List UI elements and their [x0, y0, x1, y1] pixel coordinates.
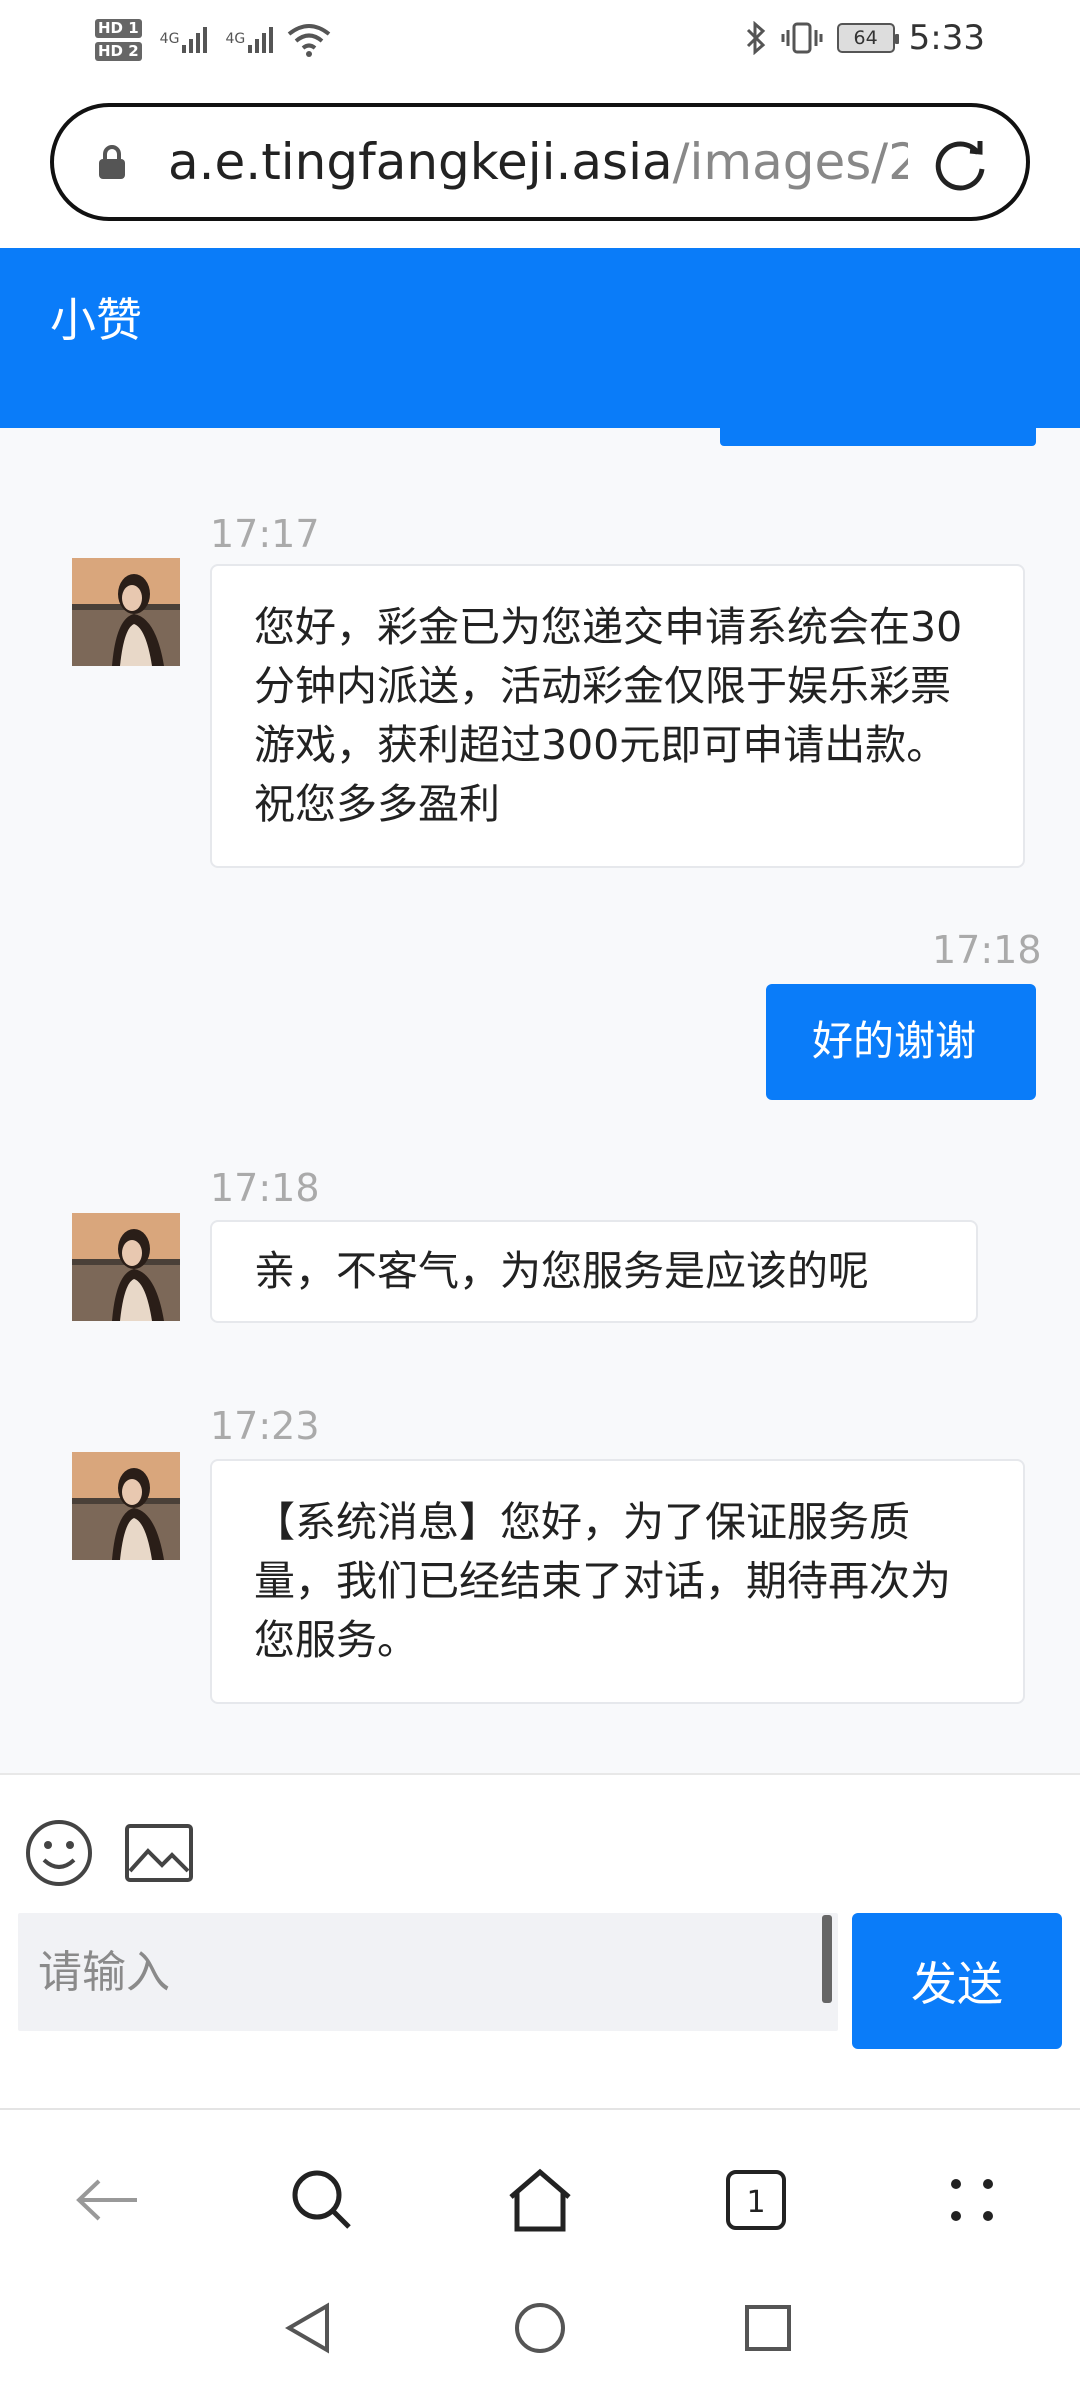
- square-recents-icon: [745, 2305, 791, 2351]
- composer: 发送: [0, 1773, 1080, 2108]
- clock: 5:33: [908, 18, 985, 58]
- circle-home-icon: [515, 2303, 565, 2353]
- previous-outgoing-bubble: [720, 428, 1036, 446]
- lock-icon: [99, 145, 125, 179]
- agent-avatar[interactable]: [72, 1213, 180, 1321]
- hd2-indicator: HD 2: [95, 42, 142, 61]
- search-button[interactable]: [282, 2160, 362, 2240]
- menu-button[interactable]: [932, 2160, 1012, 2240]
- url-host: a.e.tingfangkeji.asia: [168, 133, 673, 191]
- system-message: 【系统消息】您好，为了保证服务质量，我们已经结束了对话，期待再次为您服务。: [210, 1459, 1025, 1704]
- emoji-icon[interactable]: [24, 1818, 94, 1888]
- home-icon: [509, 2168, 571, 2232]
- tabs-count: 1: [746, 2185, 765, 2220]
- input-scrollbar[interactable]: [822, 1915, 832, 2003]
- agent-avatar[interactable]: [72, 1452, 180, 1560]
- status-left: HD 1 HD 2 4G 4G: [95, 10, 331, 70]
- agent-avatar[interactable]: [72, 558, 180, 666]
- hd1-indicator: HD 1: [95, 19, 142, 38]
- more-dots-icon: [951, 2179, 993, 2221]
- message-list[interactable]: 17:17 您好，彩金已为您递交申请系统会在30分钟内派送，活动彩金仅限于娱乐彩…: [0, 428, 1080, 1773]
- back-button[interactable]: [68, 2160, 148, 2240]
- tabs-icon: 1: [726, 2170, 786, 2230]
- reload-icon[interactable]: [930, 135, 990, 195]
- url-text[interactable]: a.e.tingfangkeji.asia/images/2: [168, 133, 908, 191]
- vibrate-icon: [781, 22, 823, 54]
- url-path: /images/2: [672, 133, 908, 191]
- home-button[interactable]: [500, 2160, 580, 2240]
- send-button[interactable]: 发送: [852, 1913, 1062, 2049]
- incoming-message: 您好，彩金已为您递交申请系统会在30分钟内派送，活动彩金仅限于娱乐彩票游戏，获利…: [210, 564, 1025, 868]
- message-time: 17:17: [210, 512, 320, 556]
- incoming-message: 亲，不客气，为您服务是应该的呢: [210, 1220, 978, 1323]
- system-home-button[interactable]: [500, 2288, 580, 2368]
- system-navigation: [0, 2278, 1080, 2400]
- battery-icon: 64: [836, 23, 899, 53]
- tabs-button[interactable]: 1: [716, 2160, 796, 2240]
- signal-2-icon: 4G: [225, 27, 274, 53]
- triangle-back-icon: [285, 2302, 329, 2354]
- chat-header: 小赞: [0, 248, 1080, 428]
- chat-title: 小赞: [50, 293, 142, 347]
- outgoing-message: 好的谢谢: [766, 984, 1036, 1100]
- status-right: 64 5:33: [745, 18, 985, 58]
- browser-toolbar: 1: [0, 2108, 1080, 2278]
- address-bar[interactable]: a.e.tingfangkeji.asia/images/2: [50, 103, 1030, 221]
- image-icon[interactable]: [124, 1823, 194, 1883]
- system-back-button[interactable]: [268, 2288, 348, 2368]
- search-icon: [292, 2170, 351, 2229]
- system-recents-button[interactable]: [728, 2288, 808, 2368]
- back-arrow-icon: [76, 2179, 137, 2221]
- signal-1-icon: 4G: [160, 27, 208, 53]
- bluetooth-icon: [746, 21, 765, 55]
- status-bar: HD 1 HD 2 4G 4G 64 5:33: [0, 0, 1080, 80]
- message-time: 17:23: [210, 1404, 320, 1448]
- wifi-icon: [287, 24, 331, 57]
- message-time: 17:18: [932, 928, 1042, 972]
- message-time: 17:18: [210, 1166, 320, 1210]
- message-input[interactable]: [18, 1913, 838, 2031]
